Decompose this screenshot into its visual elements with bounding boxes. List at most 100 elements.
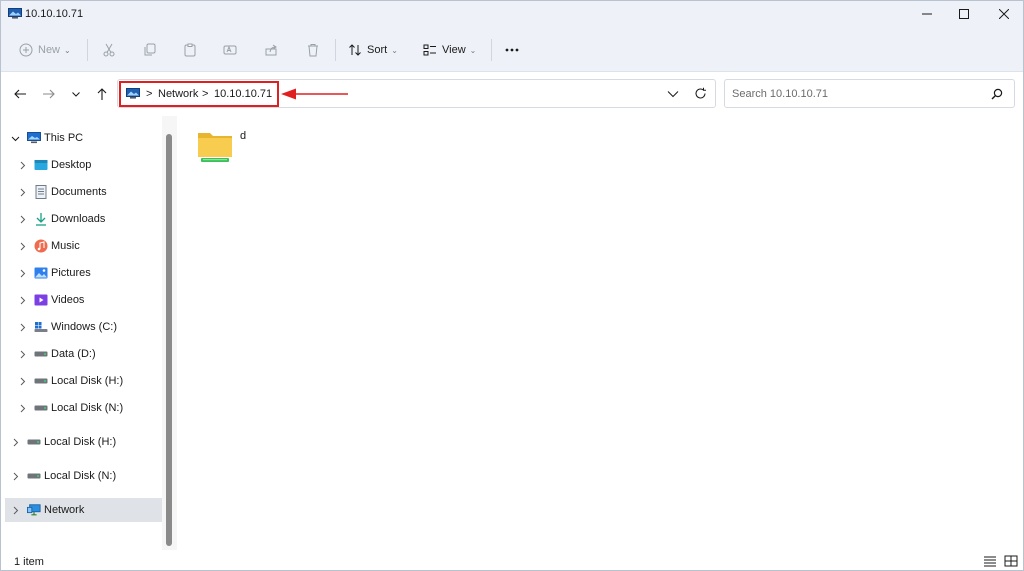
sidebar-item-videos[interactable]: Videos xyxy=(5,288,162,312)
copy-icon xyxy=(144,43,156,56)
sidebar-item-desktop[interactable]: Desktop xyxy=(5,153,162,177)
chevron-right-icon[interactable] xyxy=(17,322,27,332)
chevron-right-icon[interactable] xyxy=(10,471,20,481)
sidebar-item-music[interactable]: Music xyxy=(5,234,162,258)
sidebar-item-downloads[interactable]: Downloads xyxy=(5,207,162,231)
file-explorer-window: 10.10.10.71 New ⌄ Sort ⌄ View ⌄ > Networ… xyxy=(0,0,1024,571)
scissors-icon xyxy=(103,43,115,57)
command-bar: New ⌄ Sort ⌄ View ⌄ xyxy=(1,27,1023,72)
folder-name: d xyxy=(240,130,247,142)
sidebar-item-documents[interactable]: Documents xyxy=(5,180,162,204)
search-box[interactable]: Search 10.10.10.71 xyxy=(724,79,1015,108)
sort-label: Sort xyxy=(367,44,388,56)
chevron-down-icon: ⌄ xyxy=(469,45,477,55)
computer-icon xyxy=(27,131,41,145)
new-button[interactable]: New ⌄ xyxy=(19,39,71,61)
maximize-button[interactable] xyxy=(946,1,982,27)
windows-drive-icon xyxy=(34,320,48,334)
rename-button[interactable] xyxy=(223,39,237,61)
minimize-button[interactable] xyxy=(909,1,945,27)
chevron-down-icon: ⌄ xyxy=(391,45,398,55)
close-button[interactable] xyxy=(986,1,1022,27)
chevron-down-icon: ⌄ xyxy=(64,45,71,55)
cut-button[interactable] xyxy=(102,39,116,61)
breadcrumb-separator: > xyxy=(146,88,153,100)
close-icon xyxy=(999,9,1009,19)
chevron-right-icon[interactable] xyxy=(17,403,27,413)
sidebar-item-label: Music xyxy=(51,240,80,252)
sidebar-scrollbar-thumb[interactable] xyxy=(166,134,172,546)
pictures-icon xyxy=(34,266,48,280)
view-button[interactable]: View ⌄ xyxy=(423,39,476,61)
file-list-pane: d xyxy=(177,116,1023,550)
sidebar-item-label: Pictures xyxy=(51,267,91,279)
share-icon xyxy=(265,44,277,56)
chevron-right-icon[interactable] xyxy=(10,437,20,447)
sidebar-item-local-disk-n[interactable]: Local Disk (N:) xyxy=(5,396,162,420)
up-button[interactable] xyxy=(94,86,110,102)
sidebar-item-label: Local Disk (H:) xyxy=(44,436,117,448)
plus-circle-icon xyxy=(19,43,33,57)
details-view-button[interactable] xyxy=(983,555,997,567)
more-options-button[interactable] xyxy=(504,39,520,61)
chevron-right-icon[interactable] xyxy=(17,214,27,224)
address-bar[interactable]: > Network > 10.10.10.71 xyxy=(117,79,716,108)
desktop-icon xyxy=(34,158,48,172)
back-button[interactable] xyxy=(12,86,28,102)
sidebar-item-this-pc[interactable]: This PC xyxy=(5,126,162,150)
copy-button[interactable] xyxy=(143,39,157,61)
chevron-right-icon[interactable] xyxy=(17,241,27,251)
sidebar-item-windows-c[interactable]: Windows (C:) xyxy=(5,315,162,339)
breadcrumb-network[interactable]: Network xyxy=(158,88,198,100)
refresh-button[interactable] xyxy=(694,87,707,103)
breadcrumb-separator: > xyxy=(202,88,209,100)
folder-item-d[interactable]: d xyxy=(193,124,263,172)
new-label: New xyxy=(38,44,61,56)
chevron-down-icon[interactable] xyxy=(10,133,20,143)
title-bar: 10.10.10.71 xyxy=(1,1,1023,27)
sidebar-item-label: Downloads xyxy=(51,213,106,225)
refresh-icon xyxy=(695,87,706,99)
view-label: View xyxy=(442,44,466,56)
sidebar-item-network[interactable]: Network xyxy=(5,498,162,522)
arrow-up-icon xyxy=(97,88,107,100)
chevron-right-icon[interactable] xyxy=(17,295,27,305)
sidebar-item-label: Local Disk (H:) xyxy=(51,375,124,387)
downloads-icon xyxy=(34,212,48,226)
sidebar-item-local-disk-n-root[interactable]: Local Disk (N:) xyxy=(5,464,162,488)
sidebar-item-local-disk-h[interactable]: Local Disk (H:) xyxy=(5,369,162,393)
view-icon xyxy=(423,44,436,56)
search-placeholder: Search 10.10.10.71 xyxy=(732,88,829,100)
sidebar-item-pictures[interactable]: Pictures xyxy=(5,261,162,285)
address-history-button[interactable] xyxy=(667,89,679,102)
more-icon xyxy=(505,48,519,52)
status-bar: 1 item xyxy=(1,550,1023,570)
sort-icon xyxy=(349,44,361,56)
chevron-right-icon[interactable] xyxy=(17,349,27,359)
drive-icon xyxy=(27,469,41,483)
window-title: 10.10.10.71 xyxy=(25,8,84,20)
tiles-view-button[interactable] xyxy=(1004,555,1018,567)
maximize-icon xyxy=(959,9,969,19)
sidebar-item-local-disk-h-root[interactable]: Local Disk (H:) xyxy=(5,430,162,454)
chevron-right-icon[interactable] xyxy=(17,160,27,170)
sidebar-item-label: Local Disk (N:) xyxy=(51,402,124,414)
sidebar-item-label: Data (D:) xyxy=(51,348,96,360)
share-button[interactable] xyxy=(264,39,278,61)
tiles-view-icon xyxy=(1004,555,1018,567)
chevron-down-icon xyxy=(72,92,80,97)
chevron-down-icon xyxy=(667,91,679,98)
sidebar-item-label: Network xyxy=(44,504,85,516)
chevron-right-icon[interactable] xyxy=(17,376,27,386)
forward-button[interactable] xyxy=(41,86,57,102)
breadcrumb-current[interactable]: 10.10.10.71 xyxy=(214,88,272,100)
sort-button[interactable]: Sort ⌄ xyxy=(348,39,398,61)
chevron-right-icon[interactable] xyxy=(17,268,27,278)
chevron-right-icon[interactable] xyxy=(10,505,20,515)
delete-button[interactable] xyxy=(306,39,320,61)
sidebar-item-data-d[interactable]: Data (D:) xyxy=(5,342,162,366)
paste-button[interactable] xyxy=(183,39,197,61)
recent-locations-button[interactable] xyxy=(68,86,84,102)
chevron-right-icon[interactable] xyxy=(17,187,27,197)
details-view-icon xyxy=(984,556,996,567)
